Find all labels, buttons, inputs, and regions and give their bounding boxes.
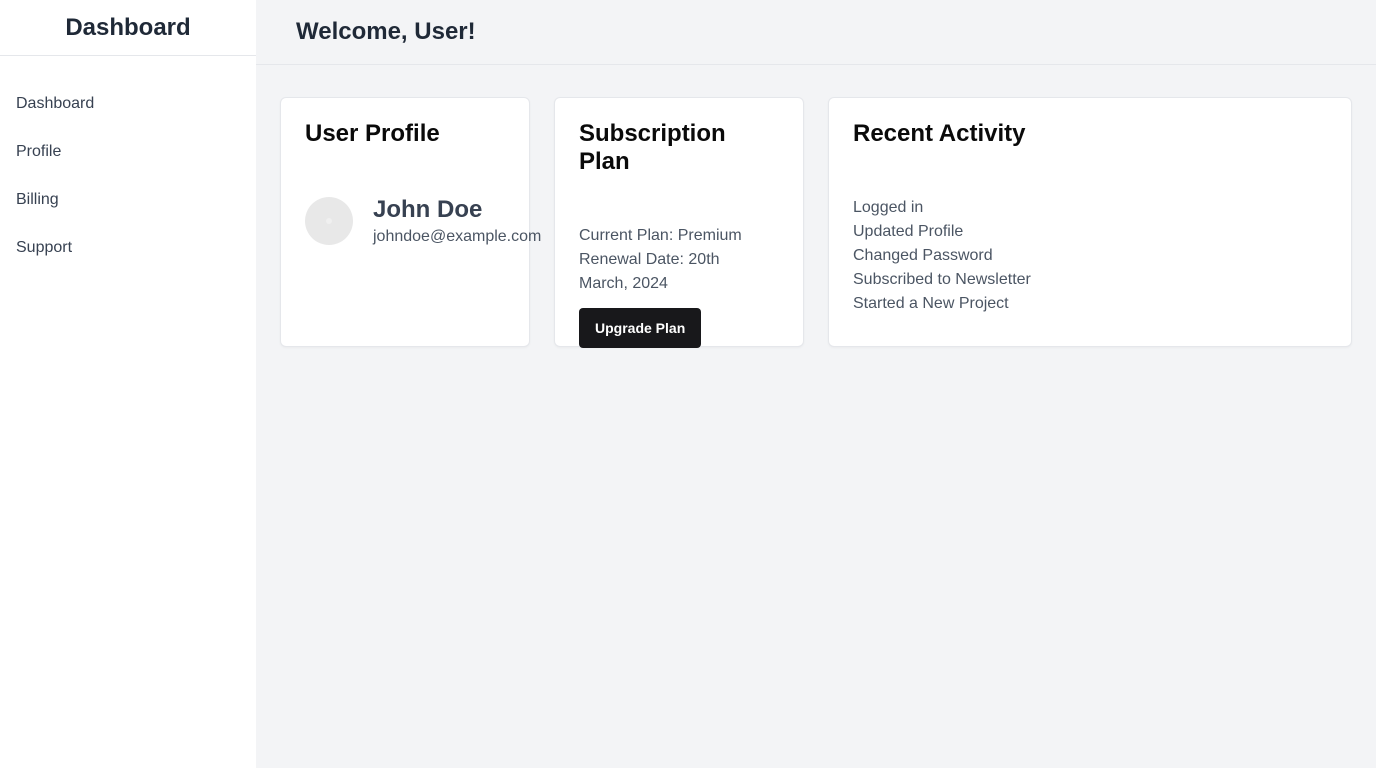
sidebar-header: Dashboard [0,0,256,56]
subscription-card: Subscription Plan Current Plan: Premium … [554,97,804,348]
list-item: Logged in [853,199,924,216]
profile-name: John Doe [373,196,483,223]
profile-email: johndoe@example.com [373,228,542,245]
sidebar-item-profile[interactable]: Profile [0,140,256,188]
renewal-date-line2: March, 2024 [579,275,668,292]
profile-info: John Doe johndoe@example.com [373,196,541,246]
sidebar-item-support[interactable]: Support [0,236,256,284]
recent-activity-card: Recent Activity Logged in Updated Profil… [828,97,1352,347]
activity-list: Logged in Updated Profile Changed Passwo… [853,196,1327,316]
card-title: Subscription Plan [579,120,726,175]
main-content: Welcome, User! User Profile John Doe joh… [256,0,1376,768]
card-title: Recent Activity [853,120,1026,147]
top-bar: Welcome, User! [256,0,1376,65]
card-title: User Profile [305,120,440,147]
avatar [305,197,353,245]
list-item: Started a New Project [853,295,1009,312]
sidebar-nav: Dashboard Profile Billing Support [0,56,256,284]
user-profile-card: User Profile John Doe johndoe@example.co… [280,97,541,347]
sidebar-title: Dashboard [65,13,191,41]
app: Dashboard Dashboard Profile Billing Supp… [0,0,1376,768]
sidebar-item-billing[interactable]: Billing [0,188,256,236]
renewal-date-line1: Renewal Date: 20th [579,251,720,268]
sidebar: Dashboard Dashboard Profile Billing Supp… [0,0,256,768]
sidebar-item-dashboard[interactable]: Dashboard [0,92,256,140]
upgrade-plan-button[interactable]: Upgrade Plan [579,308,702,348]
cards-row: User Profile John Doe johndoe@example.co… [256,65,1376,348]
list-item: Updated Profile [853,223,964,240]
current-plan: Current Plan: Premium [579,227,742,244]
profile-row: John Doe johndoe@example.com [305,196,541,246]
list-item: Changed Password [853,247,993,264]
list-item: Subscribed to Newsletter [853,271,1031,288]
welcome-heading: Welcome, User! [296,18,476,45]
subscription-details: Current Plan: Premium Renewal Date: 20th… [579,224,779,296]
avatar-placeholder-icon [326,218,332,224]
